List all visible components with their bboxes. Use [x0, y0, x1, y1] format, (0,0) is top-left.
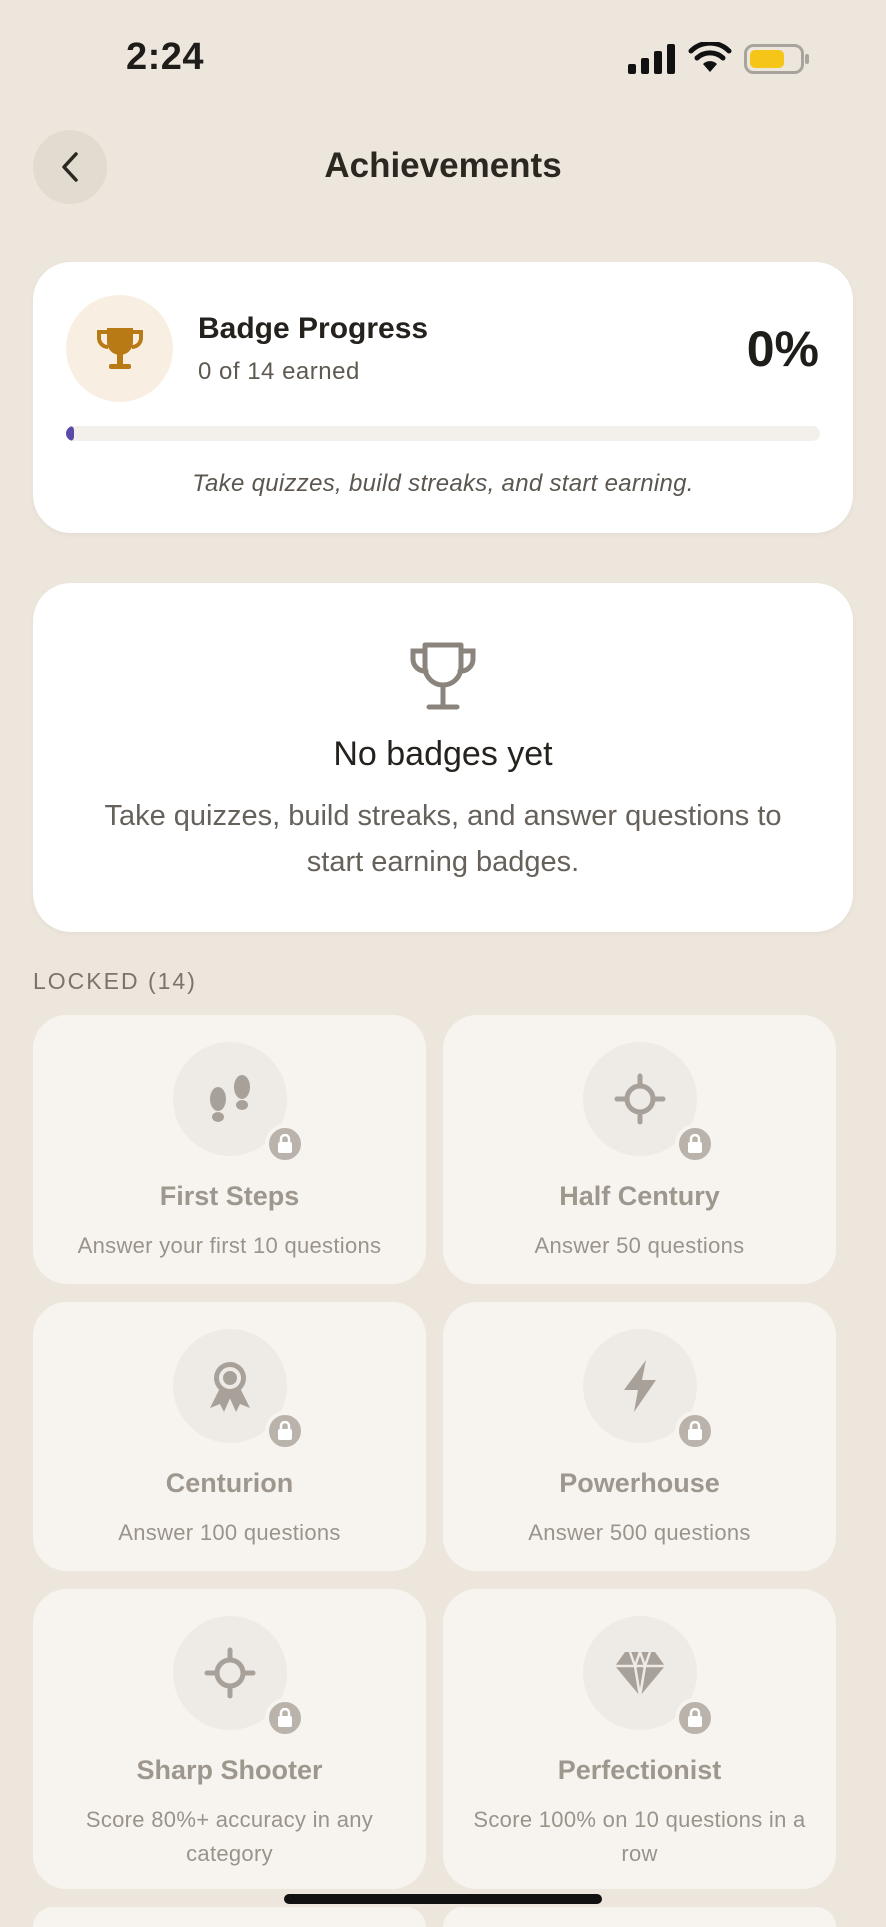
badge-card-partial[interactable] — [33, 1907, 426, 1927]
badge-card-half-century[interactable]: Half Century Answer 50 questions — [443, 1015, 836, 1284]
lock-icon — [265, 1411, 305, 1451]
badge-name: Centurion — [165, 1468, 294, 1498]
badge-description: Answer your first 10 questions — [77, 1233, 382, 1258]
badge-icon-circle — [583, 1616, 715, 1738]
badge-icon-circle — [583, 1329, 715, 1451]
progress-bar — [66, 426, 820, 441]
cellular-signal-icon — [628, 44, 675, 74]
badge-name: First Steps — [159, 1181, 300, 1211]
progress-bar-fill — [66, 426, 74, 441]
lightning-icon — [624, 1360, 656, 1412]
badge-name: Perfectionist — [557, 1755, 722, 1785]
trophy-badge — [66, 295, 173, 402]
badge-icon-circle — [173, 1616, 305, 1738]
status-time: 2:24 — [126, 36, 205, 78]
empty-state-title: No badges yet — [333, 735, 553, 773]
status-bar: 2:24 — [0, 0, 886, 110]
badge-description: Answer 50 questions — [534, 1233, 745, 1258]
lock-icon — [675, 1698, 715, 1738]
battery-icon — [744, 44, 809, 74]
badge-icon-circle — [173, 1329, 305, 1451]
lock-icon — [265, 1124, 305, 1164]
badge-description: Answer 500 questions — [528, 1520, 751, 1545]
diamond-icon — [615, 1650, 665, 1697]
badge-card-partial[interactable] — [443, 1907, 836, 1927]
empty-state-card: No badges yet Take quizzes, build streak… — [33, 583, 853, 932]
home-indicator — [284, 1894, 602, 1904]
footprints-icon — [210, 1075, 250, 1122]
crosshair-icon — [614, 1073, 666, 1125]
badge-card-centurion[interactable]: Centurion Answer 100 questions — [33, 1302, 426, 1571]
locked-section-label: LOCKED (14) — [33, 968, 197, 994]
trophy-outline-icon — [410, 642, 476, 710]
lock-icon — [675, 1411, 715, 1451]
lock-icon — [675, 1124, 715, 1164]
badge-name: Sharp Shooter — [136, 1755, 323, 1785]
wifi-icon — [688, 42, 732, 72]
trophy-icon — [96, 327, 143, 369]
badge-card-sharp-shooter[interactable]: Sharp Shooter Score 80%+ accuracy in any… — [33, 1589, 426, 1889]
badge-name: Half Century — [559, 1181, 720, 1211]
badge-icon-circle — [173, 1042, 305, 1164]
progress-subtitle: 0 of 14 earned — [198, 358, 360, 385]
award-ribbon-icon — [210, 1362, 250, 1412]
badge-description: Score 100% on 10 questions in a row — [473, 1807, 806, 1866]
lock-icon — [265, 1698, 305, 1738]
progress-title: Badge Progress — [198, 312, 429, 345]
badge-description: Score 80%+ accuracy in any category — [85, 1807, 374, 1866]
crosshair-icon — [204, 1647, 256, 1699]
badge-description: Answer 100 questions — [118, 1520, 341, 1545]
progress-percent: 0% — [746, 321, 819, 377]
progress-hint: Take quizzes, build streaks, and start e… — [192, 470, 694, 497]
badge-card-powerhouse[interactable]: Powerhouse Answer 500 questions — [443, 1302, 836, 1571]
badge-progress-card: Badge Progress 0 of 14 earned 0% Take qu… — [33, 262, 853, 533]
badge-card-first-steps[interactable]: First Steps Answer your first 10 questio… — [33, 1015, 426, 1284]
badge-name: Powerhouse — [559, 1468, 720, 1498]
badge-icon-circle — [583, 1042, 715, 1164]
page-title: Achievements — [324, 146, 562, 185]
empty-state-description: Take quizzes, build streaks, and answer … — [104, 800, 782, 878]
badge-card-perfectionist[interactable]: Perfectionist Score 100% on 10 questions… — [443, 1589, 836, 1889]
